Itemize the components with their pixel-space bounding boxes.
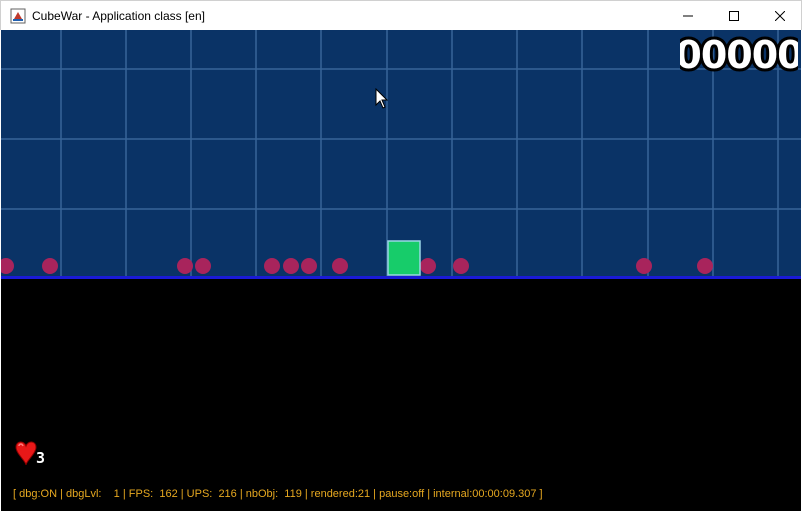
enemy-orb: [42, 258, 58, 274]
enemy-orb: [177, 258, 193, 274]
close-icon: [775, 11, 785, 21]
score-display: 00000 00000: [680, 34, 798, 74]
maximize-button[interactable]: [711, 1, 757, 31]
window-title: CubeWar - Application class [en]: [32, 9, 205, 23]
enemy-orb: [264, 258, 280, 274]
java-app-icon: [10, 8, 26, 24]
mouse-pointer-icon: [375, 88, 389, 109]
enemy-orb: [283, 258, 299, 274]
enemy-orb: [301, 258, 317, 274]
debug-status-line: [ dbg:ON | dbgLvl: 1 | FPS: 162 | UPS: 2…: [13, 488, 543, 500]
enemy-orb: [1, 258, 14, 274]
score-value: 00000: [680, 34, 798, 74]
minimize-button[interactable]: [665, 1, 711, 31]
lower-void: [1, 279, 801, 511]
enemy-orb: [453, 258, 469, 274]
enemy-orbs: [1, 258, 713, 274]
enemy-orb: [420, 258, 436, 274]
title-bar[interactable]: CubeWar - Application class [en]: [0, 0, 802, 30]
maximize-icon: [729, 11, 739, 21]
close-button[interactable]: [757, 1, 802, 31]
enemy-orb: [195, 258, 211, 274]
player-cube: [387, 240, 421, 276]
lives-count: 3: [36, 449, 46, 467]
app-window: CubeWar - Application class [en] 00000 0…: [0, 0, 802, 512]
minimize-icon: [683, 15, 693, 17]
enemy-orb: [332, 258, 348, 274]
heart-icon: [15, 441, 37, 466]
enemy-orb: [636, 258, 652, 274]
enemy-orb: [697, 258, 713, 274]
